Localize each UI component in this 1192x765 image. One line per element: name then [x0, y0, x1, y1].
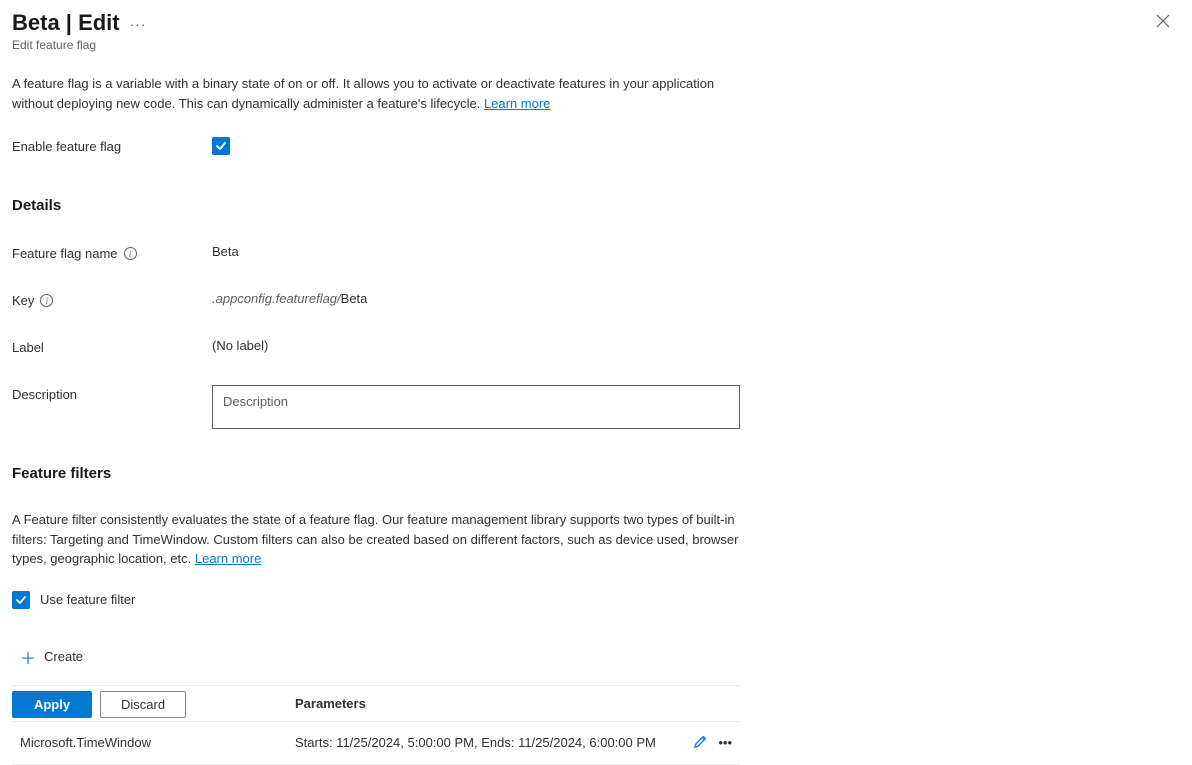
- check-icon: [15, 594, 27, 606]
- info-icon[interactable]: i: [124, 247, 137, 260]
- key-label: Key i: [12, 291, 212, 308]
- label-label: Label: [12, 338, 212, 355]
- close-icon[interactable]: [1152, 10, 1174, 37]
- create-filter-button[interactable]: ＋ Create: [20, 645, 1180, 669]
- create-label: Create: [44, 649, 83, 664]
- name-label-text: Feature flag name: [12, 246, 118, 261]
- key-value: .appconfig.featureflag/Beta: [212, 291, 367, 306]
- row-name: Microsoft.TimeWindow: [20, 735, 295, 750]
- plus-icon: ＋: [20, 645, 36, 669]
- page-title: Beta | Edit: [12, 10, 120, 36]
- name-label: Feature flag name i: [12, 244, 212, 261]
- page-subtitle: Edit feature flag: [12, 38, 147, 52]
- enable-flag-label: Enable feature flag: [12, 137, 212, 154]
- description-label: Description: [12, 385, 212, 402]
- filters-body: A Feature filter consistently evaluates …: [12, 512, 738, 566]
- key-label-text: Key: [12, 293, 34, 308]
- col-header-params[interactable]: Parameters: [295, 696, 672, 711]
- check-icon: [215, 140, 227, 152]
- key-suffix: Beta: [341, 291, 368, 306]
- key-prefix: .appconfig.featureflag/: [212, 291, 341, 306]
- details-heading: Details: [12, 197, 1180, 214]
- edit-icon[interactable]: [693, 734, 708, 752]
- more-icon[interactable]: ···: [130, 16, 147, 32]
- use-filter-checkbox[interactable]: [12, 591, 30, 609]
- intro-body: A feature flag is a variable with a bina…: [12, 76, 714, 111]
- filters-heading: Feature filters: [12, 465, 1180, 482]
- enable-flag-checkbox[interactable]: [212, 137, 230, 155]
- discard-button[interactable]: Discard: [100, 691, 186, 718]
- description-input[interactable]: [212, 385, 740, 429]
- intro-learn-more-link[interactable]: Learn more: [484, 96, 550, 111]
- info-icon[interactable]: i: [40, 294, 53, 307]
- table-row[interactable]: Microsoft.TimeWindow Starts: 11/25/2024,…: [12, 721, 740, 765]
- more-icon[interactable]: •••: [718, 735, 732, 750]
- filters-text: A Feature filter consistently evaluates …: [12, 510, 752, 569]
- filters-learn-more-link[interactable]: Learn more: [195, 551, 261, 566]
- footer: Apply Discard: [12, 691, 186, 718]
- intro-text: A feature flag is a variable with a bina…: [12, 74, 742, 113]
- row-params: Starts: 11/25/2024, 5:00:00 PM, Ends: 11…: [295, 735, 672, 750]
- use-filter-label: Use feature filter: [40, 592, 135, 607]
- label-value: (No label): [212, 338, 268, 353]
- apply-button[interactable]: Apply: [12, 691, 92, 718]
- name-value: Beta: [212, 244, 239, 259]
